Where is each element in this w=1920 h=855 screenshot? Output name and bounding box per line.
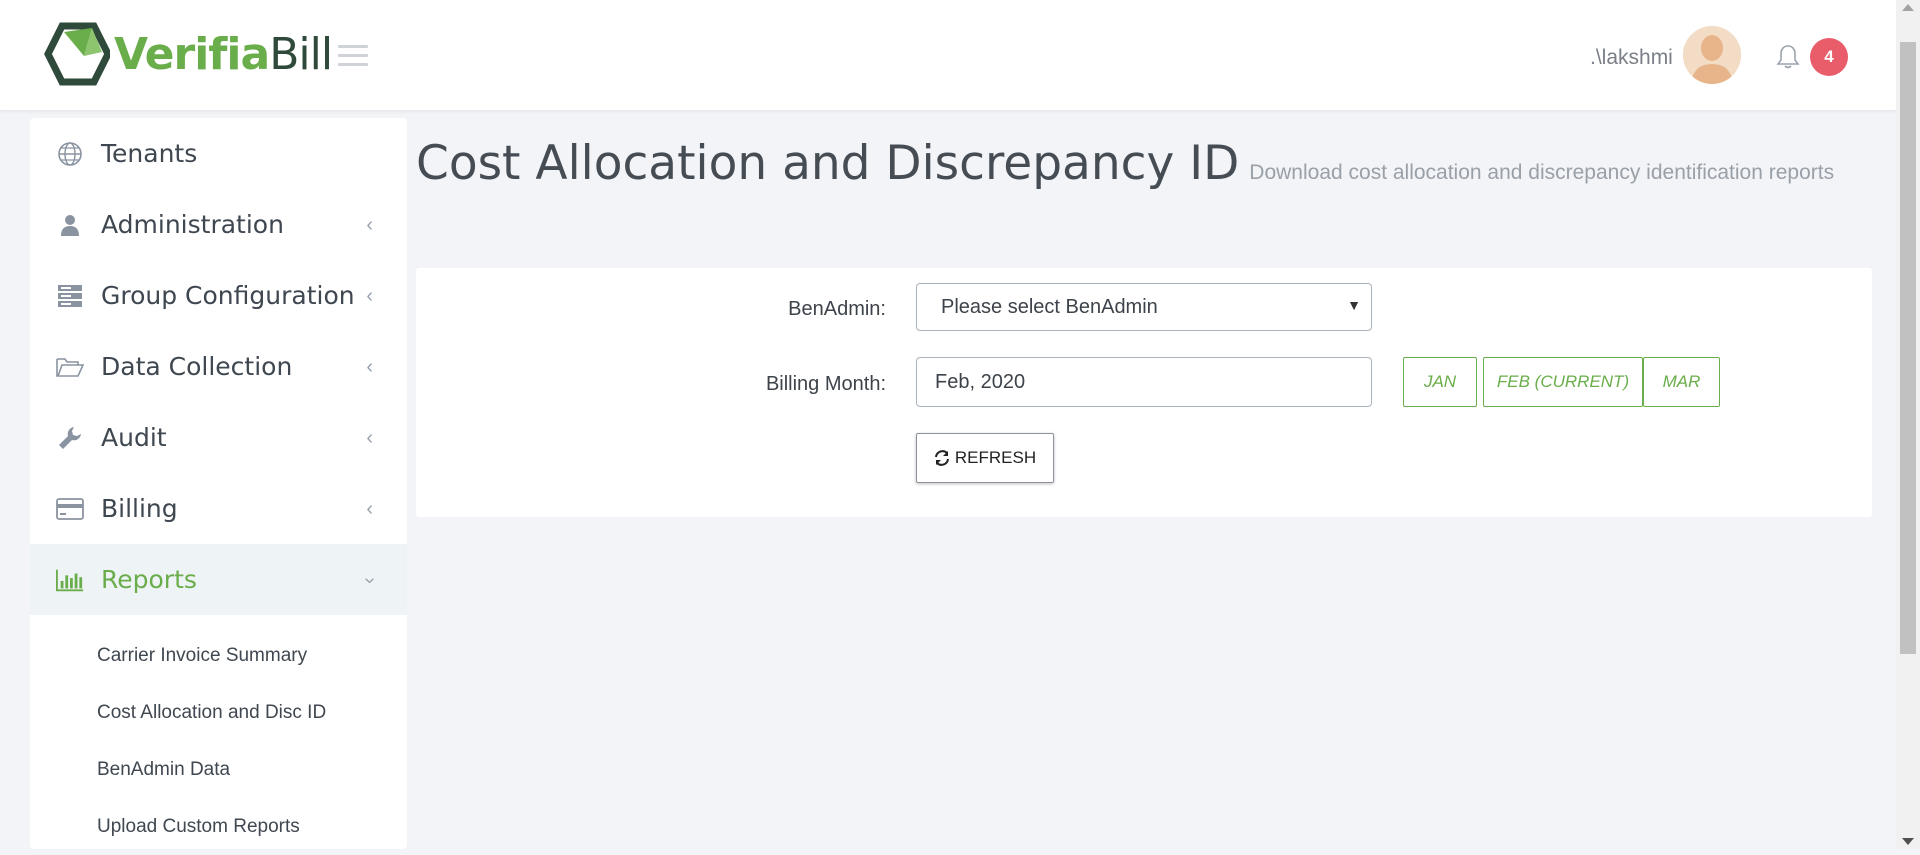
logo[interactable]: VerifiaBill <box>44 22 333 86</box>
sidebar-item-group-configuration[interactable]: Group Configuration ‹ <box>30 260 407 331</box>
sidebar-item-label: Data Collection <box>101 352 293 381</box>
refresh-button[interactable]: REFRESH <box>916 433 1054 483</box>
sidebar-item-audit[interactable]: Audit ‹ <box>30 402 407 473</box>
username-label[interactable]: .\lakshmi <box>1590 46 1673 70</box>
credit-card-icon <box>56 495 84 523</box>
menu-toggle-icon[interactable] <box>338 45 368 67</box>
avatar[interactable] <box>1683 26 1741 84</box>
billing-month-input[interactable]: Feb, 2020 <box>916 357 1372 407</box>
benadmin-select[interactable]: Please select BenAdmin ▼ <box>916 283 1372 331</box>
user-icon <box>56 211 84 239</box>
chevron-left-icon: ‹ <box>366 498 373 520</box>
sidebar-item-administration[interactable]: Administration ‹ <box>30 189 407 260</box>
month-button-feb-current[interactable]: FEB (CURRENT) <box>1483 357 1643 407</box>
chevron-down-icon: ‹ <box>358 577 381 584</box>
submenu-item-carrier-invoice-summary[interactable]: Carrier Invoice Summary <box>30 627 407 684</box>
sidebar-item-reports[interactable]: Reports ‹ <box>30 544 407 615</box>
page-subtitle: Download cost allocation and discrepancy… <box>1249 161 1835 184</box>
notification-badge[interactable]: 4 <box>1810 38 1848 76</box>
chevron-left-icon: ‹ <box>366 356 373 378</box>
sidebar-item-data-collection[interactable]: Data Collection ‹ <box>30 331 407 402</box>
logo-text: VerifiaBill <box>114 28 333 80</box>
page-header: Cost Allocation and Discrepancy ID Downlo… <box>416 138 1856 201</box>
page-scrollbar[interactable] <box>1896 0 1920 849</box>
reports-submenu: Carrier Invoice Summary Cost Allocation … <box>30 615 407 855</box>
sidebar-item-label: Group Configuration <box>101 281 355 310</box>
globe-icon <box>56 140 84 168</box>
scrollbar-thumb[interactable] <box>1900 42 1916 654</box>
chevron-left-icon: ‹ <box>366 285 373 307</box>
sidebar-item-label: Billing <box>101 494 178 523</box>
caret-down-icon: ▼ <box>1347 297 1361 313</box>
report-form-card: BenAdmin: Please select BenAdmin ▼ Billi… <box>416 268 1872 517</box>
bar-chart-icon <box>56 566 84 594</box>
month-button-mar[interactable]: MAR <box>1643 357 1720 407</box>
folder-open-icon <box>56 353 84 381</box>
server-icon <box>56 282 84 310</box>
sidebar: Tenants Administration ‹ Group Configura… <box>30 118 407 849</box>
wrench-icon <box>56 424 84 452</box>
submenu-item-cost-allocation[interactable]: Cost Allocation and Disc ID <box>30 684 407 741</box>
sidebar-item-billing[interactable]: Billing ‹ <box>30 473 407 544</box>
benadmin-label: BenAdmin: <box>788 298 886 320</box>
sidebar-item-tenants[interactable]: Tenants <box>30 118 407 189</box>
month-button-jan[interactable]: JAN <box>1403 357 1477 407</box>
chevron-left-icon: ‹ <box>366 214 373 236</box>
scroll-up-icon[interactable] <box>1902 4 1914 11</box>
sidebar-item-label: Reports <box>101 565 197 594</box>
sidebar-item-label: Audit <box>101 423 167 452</box>
logo-mark-icon <box>44 22 110 86</box>
scroll-down-icon[interactable] <box>1902 838 1914 845</box>
chevron-left-icon: ‹ <box>366 427 373 449</box>
refresh-label: REFRESH <box>954 448 1037 467</box>
billing-month-label: Billing Month: <box>765 373 886 395</box>
page-title: Cost Allocation and Discrepancy ID <box>416 136 1240 191</box>
bell-icon[interactable] <box>1776 44 1800 70</box>
refresh-icon <box>934 450 949 466</box>
top-header: VerifiaBill .\lakshmi 4 <box>0 0 1896 111</box>
benadmin-select-value: Please select BenAdmin <box>941 295 1158 318</box>
submenu-item-upload-custom-reports[interactable]: Upload Custom Reports <box>30 798 407 855</box>
sidebar-item-label: Administration <box>101 210 284 239</box>
submenu-item-benadmin-data[interactable]: BenAdmin Data <box>30 741 407 798</box>
sidebar-item-label: Tenants <box>101 139 198 168</box>
